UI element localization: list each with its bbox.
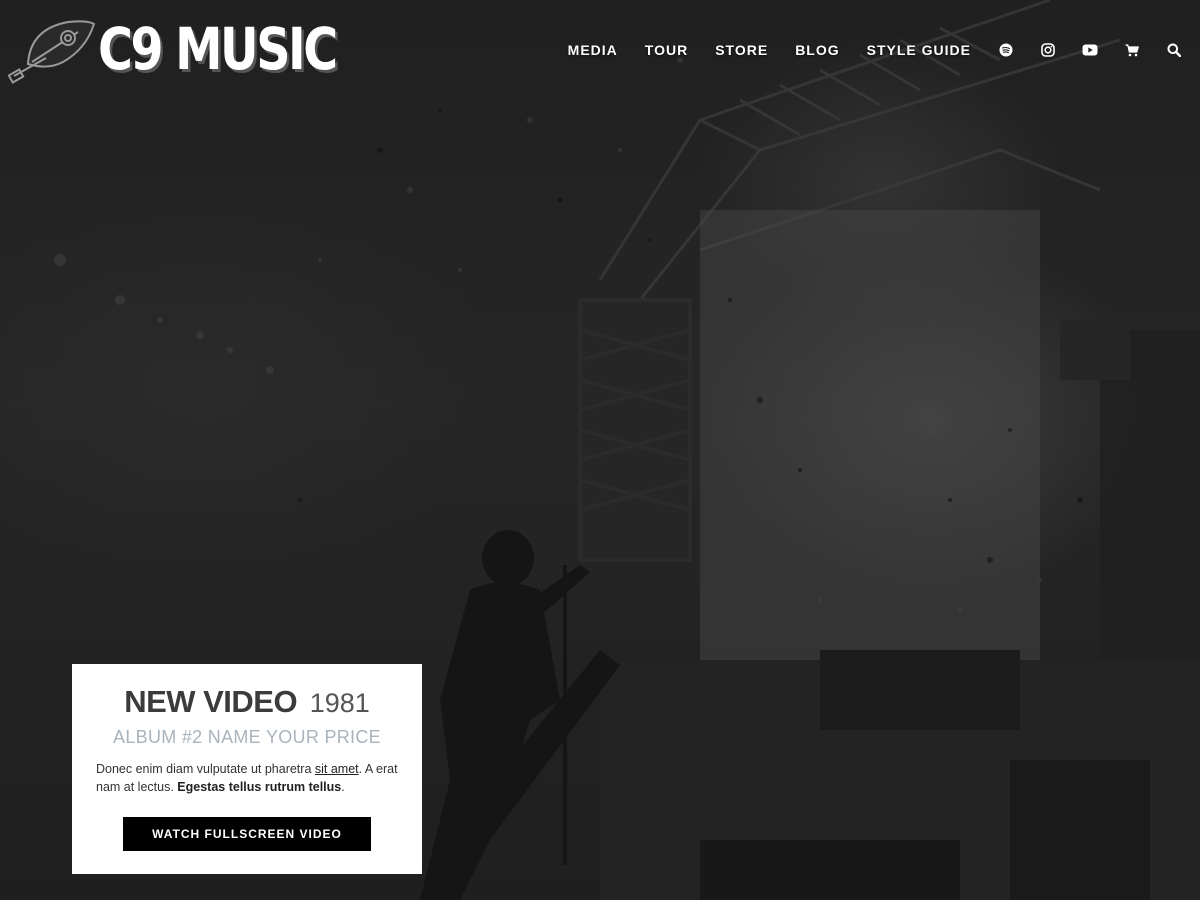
guitar-feather-icon: [8, 20, 96, 84]
card-body-text-start: Donec enim diam vulputate ut pharetra: [96, 762, 315, 776]
card-body-text-end: .: [341, 780, 345, 794]
card-title: NEW VIDEO 1981: [72, 684, 422, 721]
card-body-bold: Egestas tellus rutrum tellus: [177, 780, 342, 794]
youtube-icon[interactable]: [1082, 42, 1098, 58]
card-description: Donec enim diam vulputate ut pharetra si…: [96, 760, 400, 796]
cart-icon[interactable]: [1124, 42, 1140, 58]
nav-link-blog[interactable]: BLOG: [795, 42, 839, 58]
brand-name: C9 MUSIC: [98, 15, 338, 83]
card-title-year: 1981: [309, 688, 370, 718]
featured-video-card: NEW VIDEO 1981 ALBUM #2 NAME YOUR PRICE …: [72, 664, 422, 874]
watch-fullscreen-video-button[interactable]: WATCH FULLSCREEN VIDEO: [123, 817, 371, 851]
nav-link-style-guide[interactable]: STYLE GUIDE: [867, 42, 971, 58]
instagram-icon[interactable]: [1040, 42, 1056, 58]
card-subtitle: ALBUM #2 NAME YOUR PRICE: [113, 727, 381, 747]
spotify-icon[interactable]: [998, 42, 1014, 58]
search-icon[interactable]: [1166, 42, 1182, 58]
nav-link-store[interactable]: STORE: [715, 42, 768, 58]
card-title-strong: NEW VIDEO: [124, 684, 298, 719]
card-body-link[interactable]: sit amet: [315, 762, 359, 776]
site-logo[interactable]: C9 MUSIC: [8, 14, 388, 84]
nav-link-tour[interactable]: TOUR: [645, 42, 688, 58]
nav-link-media[interactable]: MEDIA: [568, 42, 618, 58]
main-navigation: MEDIA TOUR STORE BLOG STYLE GUIDE: [568, 40, 1200, 60]
